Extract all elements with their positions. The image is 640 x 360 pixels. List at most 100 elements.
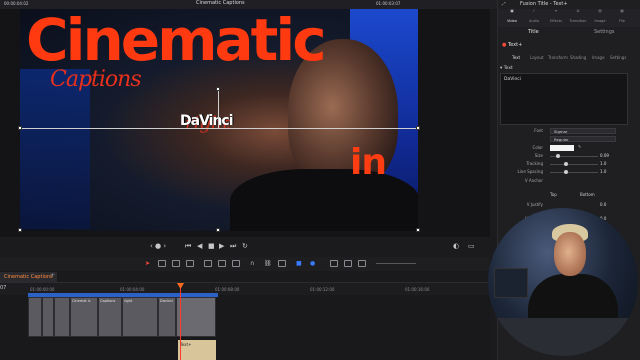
webcam-presenter-face: [554, 232, 586, 276]
track-timecode: 07: [0, 285, 7, 291]
ruler-label: 01:00:04:00: [120, 287, 145, 292]
playhead[interactable]: [180, 283, 181, 360]
image-tab-icon[interactable]: ▤: [590, 9, 610, 13]
v-anchor-top[interactable]: Top: [550, 192, 557, 197]
v-anchor-label: V Anchor: [524, 178, 543, 183]
webcam-overlay: [488, 208, 638, 356]
tab-audio[interactable]: Audio: [524, 19, 544, 23]
link-icon[interactable]: ⛓: [264, 260, 272, 267]
line-spacing-slider[interactable]: [550, 170, 598, 174]
tab-file[interactable]: File: [612, 19, 632, 23]
subtab-title[interactable]: Title: [528, 29, 539, 35]
tab-effects[interactable]: Effects: [546, 19, 566, 23]
subtab-settings[interactable]: Settings: [594, 29, 615, 35]
tab-image[interactable]: Image: [590, 19, 610, 23]
timeline-tab[interactable]: Cinematic Captions: [0, 272, 57, 282]
zoom-full-icon[interactable]: [330, 260, 338, 267]
line-spacing-value[interactable]: 1.0: [600, 169, 606, 174]
transform-handle[interactable]: [416, 126, 420, 130]
v-justify-value[interactable]: 0.0: [600, 202, 606, 207]
timeline-clip[interactable]: [42, 297, 54, 337]
audio-tab-icon[interactable]: ♪: [524, 9, 544, 13]
blade-tool-icon[interactable]: [186, 260, 194, 267]
dynamic-trim-icon[interactable]: [172, 260, 180, 267]
tracking-knob[interactable]: [564, 162, 569, 166]
video-tab-icon[interactable]: ▣: [502, 9, 522, 13]
timeline-clip[interactable]: Captions: [98, 297, 122, 337]
selection-tool-icon[interactable]: ➤: [145, 260, 153, 267]
tab-transition[interactable]: Transition: [568, 19, 588, 23]
tracking-slider[interactable]: [550, 162, 598, 166]
font-family-select[interactable]: Sigmar: [550, 128, 616, 134]
node-tab-transform[interactable]: Transform: [548, 55, 568, 60]
zoom-custom-icon[interactable]: [358, 260, 366, 267]
last-frame-icon[interactable]: ⏭: [230, 242, 236, 251]
node-tab-image[interactable]: Image: [592, 55, 605, 60]
timeline-clip[interactable]: [54, 297, 70, 337]
position-lock-icon[interactable]: [278, 260, 286, 267]
ruler-label: 01:00:12:00: [310, 287, 335, 292]
size-knob[interactable]: [555, 154, 560, 158]
presenter-shirt: [230, 169, 418, 231]
styled-text-input[interactable]: DaVinci: [500, 73, 628, 125]
section-label: Text: [503, 66, 513, 71]
flag-icon[interactable]: ■: [296, 260, 304, 267]
first-frame-icon[interactable]: ⏮: [185, 242, 191, 251]
project-title[interactable]: Cinematic Captions: [196, 0, 245, 6]
line-spacing-knob[interactable]: [564, 170, 569, 174]
node-tab-text[interactable]: Text: [512, 55, 520, 60]
timeline-clip[interactable]: Davinci: [158, 297, 176, 337]
inspector-tabs: ▣ ♪ ✦ ⧉ ▤ ▦ Video Audio Effects Transiti…: [498, 9, 640, 27]
tracking-value[interactable]: 1.0: [600, 161, 606, 166]
node-tab-shading[interactable]: Shading: [570, 55, 586, 60]
marker-icon[interactable]: ●: [310, 260, 318, 267]
overwrite-clip-icon[interactable]: [218, 260, 226, 267]
zoom-detail-icon[interactable]: [344, 260, 352, 267]
node-header[interactable]: ● Text+: [502, 42, 522, 48]
add-timeline-icon[interactable]: +: [50, 272, 55, 279]
zoom-slider[interactable]: [376, 263, 416, 264]
loop-icon[interactable]: ↻: [242, 242, 248, 250]
timeline-clip[interactable]: right: [122, 297, 158, 337]
expand-icon[interactable]: ⤢: [502, 1, 506, 7]
font-style-select[interactable]: Regular: [550, 136, 616, 142]
prev-frame-icon[interactable]: ◀: [197, 242, 202, 250]
ruler-label: 01:00:16:00: [405, 287, 430, 292]
v-anchor-bottom[interactable]: Bottom: [580, 192, 595, 197]
timeline-clip[interactable]: [176, 297, 216, 337]
insert-clip-icon[interactable]: [204, 260, 212, 267]
fullscreen-icon[interactable]: ▭: [468, 242, 475, 250]
tracking-label: Tracking: [526, 161, 543, 166]
transform-handle[interactable]: [216, 228, 220, 232]
snapping-icon[interactable]: ∩: [250, 260, 258, 267]
size-label: Size: [534, 153, 543, 158]
timeline-clip[interactable]: [28, 297, 42, 337]
size-slider[interactable]: [550, 154, 598, 158]
transform-handle[interactable]: [18, 228, 22, 232]
timeline-tabbar: Cinematic Captions +: [0, 271, 490, 283]
eyedropper-icon[interactable]: ✎: [578, 144, 581, 149]
color-swatch[interactable]: [550, 145, 574, 151]
play-icon[interactable]: ▶: [219, 242, 224, 250]
file-tab-icon[interactable]: ▦: [612, 9, 632, 13]
transform-handle[interactable]: [18, 126, 22, 130]
section-text[interactable]: ▾ Text: [500, 66, 513, 71]
transform-handle[interactable]: [216, 87, 220, 91]
tab-video[interactable]: Video: [502, 19, 522, 23]
text-plus-clip[interactable]: Text+: [178, 340, 216, 360]
effects-tab-icon[interactable]: ✦: [546, 9, 566, 13]
selection-line: [20, 128, 418, 129]
size-value[interactable]: 0.09: [600, 153, 609, 158]
jog-icon[interactable]: ‹ ● ›: [150, 242, 166, 250]
transform-handle[interactable]: [416, 228, 420, 232]
stop-icon[interactable]: ■: [208, 242, 215, 250]
timeline-clip[interactable]: Cinemat ic: [70, 297, 98, 337]
transition-tab-icon[interactable]: ⧉: [568, 9, 588, 13]
node-tab-settings[interactable]: Settings: [610, 55, 626, 60]
video-frame[interactable]: Cinematic Captions right DaVinci in: [20, 9, 418, 231]
audio-monitor-icon[interactable]: ◐: [453, 242, 459, 250]
replace-clip-icon[interactable]: [232, 260, 240, 267]
node-toggle-icon[interactable]: ●: [502, 42, 506, 48]
node-tab-layout[interactable]: Layout: [530, 55, 544, 60]
trim-tool-icon[interactable]: [158, 260, 166, 267]
